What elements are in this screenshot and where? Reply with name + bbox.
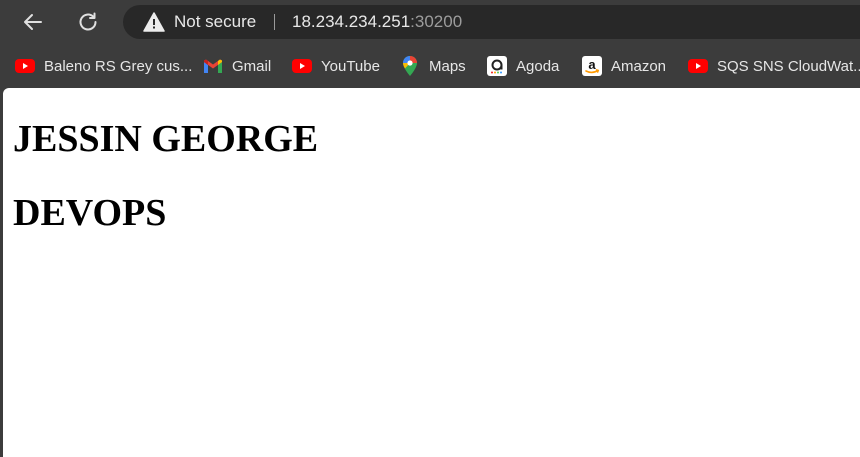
bookmark-label: Amazon	[611, 57, 667, 75]
gmail-icon	[203, 56, 223, 76]
bookmark-baleno[interactable]: Baleno RS Grey cus...	[15, 54, 192, 78]
back-button[interactable]	[17, 6, 49, 38]
amazon-icon: a	[582, 56, 602, 76]
bookmark-youtube[interactable]: YouTube	[292, 54, 380, 78]
bookmark-label: YouTube	[321, 57, 380, 75]
bookmark-sqs-sns[interactable]: SQS SNS CloudWat...	[688, 54, 860, 78]
security-indicator[interactable]: Not secure	[143, 5, 256, 39]
security-label: Not secure	[174, 12, 257, 31]
url-text[interactable]: 18.234.234.251:30200	[292, 5, 462, 39]
role-heading: DEVOPS	[13, 192, 167, 234]
svg-text:a: a	[588, 57, 596, 72]
maps-pin-icon	[400, 56, 420, 76]
browser-toolbar: Not secure 18.234.234.251:30200	[0, 0, 860, 44]
bookmark-maps[interactable]: Maps	[400, 54, 466, 78]
reload-button[interactable]	[72, 6, 104, 38]
url-host: 18.234.234.251	[292, 12, 411, 31]
bookmark-label: Agoda	[516, 57, 560, 75]
reload-icon	[79, 12, 97, 31]
bookmark-agoda[interactable]: Agoda	[487, 54, 559, 78]
name-heading: JESSIN GEORGE	[13, 118, 319, 160]
youtube-icon	[688, 56, 708, 76]
bookmarks-bar: Baleno RS Grey cus... Gmail YouTube Maps…	[0, 44, 860, 88]
page-content: JESSIN GEORGE DEVOPS	[3, 88, 860, 457]
omnibox-divider	[274, 14, 275, 30]
address-bar[interactable]: Not secure 18.234.234.251:30200	[123, 5, 860, 39]
warning-icon	[143, 12, 165, 32]
agoda-icon	[487, 56, 507, 76]
bookmark-label: Baleno RS Grey cus...	[44, 57, 193, 75]
bookmark-gmail[interactable]: Gmail	[203, 54, 271, 78]
url-port: :30200	[410, 12, 463, 31]
bookmark-label: Maps	[429, 57, 466, 75]
youtube-icon	[15, 56, 35, 76]
back-arrow-icon	[24, 14, 42, 30]
bookmark-label: SQS SNS CloudWat...	[717, 57, 860, 75]
youtube-icon	[292, 56, 312, 76]
bookmark-amazon[interactable]: a Amazon	[582, 54, 666, 78]
bookmark-label: Gmail	[232, 57, 272, 75]
